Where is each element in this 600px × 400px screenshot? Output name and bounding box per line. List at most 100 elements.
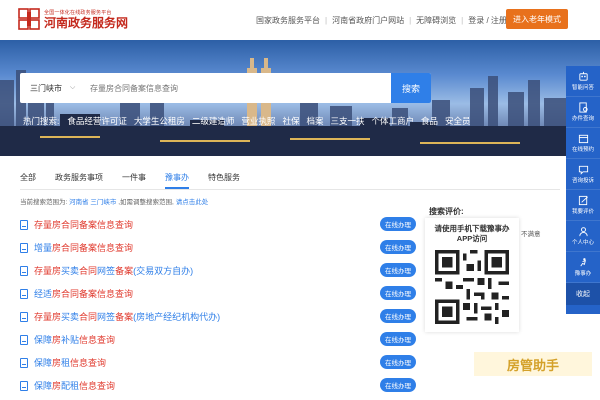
sidebar-item-personal-center[interactable]: 个人中心 [566,221,600,252]
document-icon [20,311,28,322]
link-national-platform[interactable]: 国家政务服务平台 [256,15,320,26]
result-title[interactable]: 保障房配租信息查询 [34,379,115,392]
chat-bubble-icon [578,165,588,175]
top-links: 国家政务服务平台 | 河南省政府门户网站 | 无障碍浏览 | 登录 / 注册 [256,15,507,26]
hot-search-item[interactable]: 食品 [421,115,438,127]
sidebar-item-evaluate[interactable]: 我要评价 [566,190,600,221]
range-middle: ,如需调整搜索范围, [118,199,174,206]
document-icon [20,357,28,368]
sidebar-item-label: 我要评价 [571,209,594,215]
hot-search-item[interactable]: 个体工商户 [371,115,414,127]
result-tabs: 全部 政务服务事项 一件事 豫事办 特色服务 [20,172,259,189]
list-item[interactable]: 保障房配租信息查询 在线办理 [20,374,416,397]
list-item[interactable]: 经适房合同备案信息查询 在线办理 [20,282,416,305]
sidebar-item-label: 智能问答 [571,85,594,91]
result-list: 存量房合同备案信息查询 在线办理 增量房合同备案信息查询 在线办理 存量房买卖合… [20,213,416,397]
result-title[interactable]: 保障房补贴信息查询 [34,333,115,346]
link-accessibility[interactable]: 无障碍浏览 [416,15,456,26]
search-input[interactable] [80,73,391,103]
online-handle-button[interactable]: 在线办理 [380,332,416,346]
list-item[interactable]: 存量房买卖合同网签备案(房地产经纪机构代办) 在线办理 [20,305,416,328]
link-separator: | [461,16,464,25]
search-box: 三门峡市 ⌵ 搜索 [20,73,431,103]
tab-all[interactable]: 全部 [20,172,36,189]
result-title[interactable]: 增量房合同备案信息查询 [34,241,133,254]
list-item[interactable]: 增量房合同备案信息查询 在线办理 [20,236,416,259]
tabs-divider [20,189,560,190]
online-handle-button[interactable]: 在线办理 [380,240,416,254]
unsatisfied-option[interactable]: 不满意 [521,228,541,238]
list-item[interactable]: 存量房合同备案信息查询 在线办理 [20,213,416,236]
qr-code-image [435,250,509,324]
online-handle-button[interactable]: 在线办理 [380,355,416,369]
app-download-card: 请使用手机下载豫事办APP访问 [425,218,519,332]
hot-search-item[interactable]: 食品经营许可证 [67,115,127,127]
link-login-register[interactable]: 登录 / 注册 [468,15,507,26]
result-title[interactable]: 经适房合同备案信息查询 [34,287,133,300]
tab-yushiban[interactable]: 豫事办 [165,172,189,189]
elder-mode-button[interactable]: 进入老年模式 [506,9,568,29]
hot-search-item[interactable]: 社保 [282,115,299,127]
tab-service-items[interactable]: 政务服务事项 [55,172,103,189]
result-title[interactable]: 保障房租信息查询 [34,356,106,369]
range-region: 河南省 三门峡市 [69,199,117,206]
document-icon [20,334,28,345]
sidebar-collapse-button[interactable]: 收起 [566,283,600,305]
online-handle-button[interactable]: 在线办理 [380,286,416,300]
sidebar-item-smart-qa[interactable]: 智能问答 [566,66,600,97]
hot-search-item[interactable]: 大学生公租房 [134,115,185,127]
sidebar-item-label: 豫事办 [574,271,592,277]
list-item[interactable]: 保障房补贴信息查询 在线办理 [20,328,416,351]
site-logo[interactable]: 全国一体化在线政务服务平台 河南政务服务网 [18,8,128,30]
top-header: 全国一体化在线政务服务平台 河南政务服务网 国家政务服务平台 | 河南省政府门户… [0,0,600,40]
sidebar-item-yushiban[interactable]: 豫事办 [566,252,600,283]
document-search-icon [578,102,588,113]
hot-search-label: 热门搜索: [23,116,60,126]
link-separator: | [409,16,412,25]
tab-one-thing[interactable]: 一件事 [122,172,146,189]
list-item[interactable]: 保障房租信息查询 在线办理 [20,351,416,374]
region-select[interactable]: 三门峡市 ⌵ [20,83,80,94]
online-handle-button[interactable]: 在线办理 [380,378,416,392]
sidebar-item-case-query[interactable]: 办件查询 [566,97,600,128]
search-button[interactable]: 搜索 [391,73,431,103]
float-sidebar: 智能问答 办件查询 在线预约 咨询投诉 我要评价 个人中心 豫事办 收起 [566,66,600,314]
user-icon [578,227,588,237]
hot-searches: 热门搜索: 食品经营许可证 大学生公租房 二级建造师 营业执照 社保 档案 三支… [23,115,478,127]
link-henan-portal[interactable]: 河南省政府门户网站 [332,15,404,26]
logo-title: 河南政务服务网 [44,15,129,30]
result-title[interactable]: 存量房买卖合同网签备案(交易双方自办) [34,264,193,277]
logo-subtitle: 全国一体化在线政务服务平台 [44,9,112,16]
chevron-down-icon: ⌵ [70,84,76,91]
online-handle-button[interactable]: 在线办理 [380,263,416,277]
hot-search-item[interactable]: 三支一扶 [330,115,364,127]
watermark-text: 房管助手 [506,357,559,373]
online-handle-button[interactable]: 在线办理 [380,217,416,231]
hot-search-item[interactable]: 二级建造师 [192,115,235,127]
edit-icon [578,195,588,206]
result-title[interactable]: 存量房合同备案信息查询 [34,218,133,231]
sidebar-item-label: 咨询投诉 [571,178,594,184]
calendar-icon [578,134,588,144]
range-prefix: 当前搜索范围为: [20,199,68,206]
search-eval-title: 搜索评价: [429,207,464,216]
tab-featured-services[interactable]: 特色服务 [208,172,240,189]
document-icon [20,265,28,276]
watermark-logo: 房管助手 [474,352,592,376]
document-icon [20,380,28,391]
document-icon [20,219,28,230]
sidebar-item-appointment[interactable]: 在线预约 [566,128,600,159]
hot-search-item[interactable]: 安全员 [445,115,471,127]
result-title[interactable]: 存量房买卖合同网签备案(房地产经纪机构代办) [34,310,220,323]
robot-icon [578,71,588,81]
document-icon [20,288,28,299]
sidebar-item-label: 在线预约 [571,147,594,153]
online-handle-button[interactable]: 在线办理 [380,309,416,323]
hot-search-item[interactable]: 档案 [306,115,323,127]
sidebar-item-complaint[interactable]: 咨询投诉 [566,159,600,190]
logo-emblem-icon [18,8,40,30]
range-change-link[interactable]: 请点击此处 [176,199,209,206]
list-item[interactable]: 存量房买卖合同网签备案(交易双方自办) 在线办理 [20,259,416,282]
person-running-icon [579,258,586,267]
hot-search-item[interactable]: 营业执照 [241,115,275,127]
